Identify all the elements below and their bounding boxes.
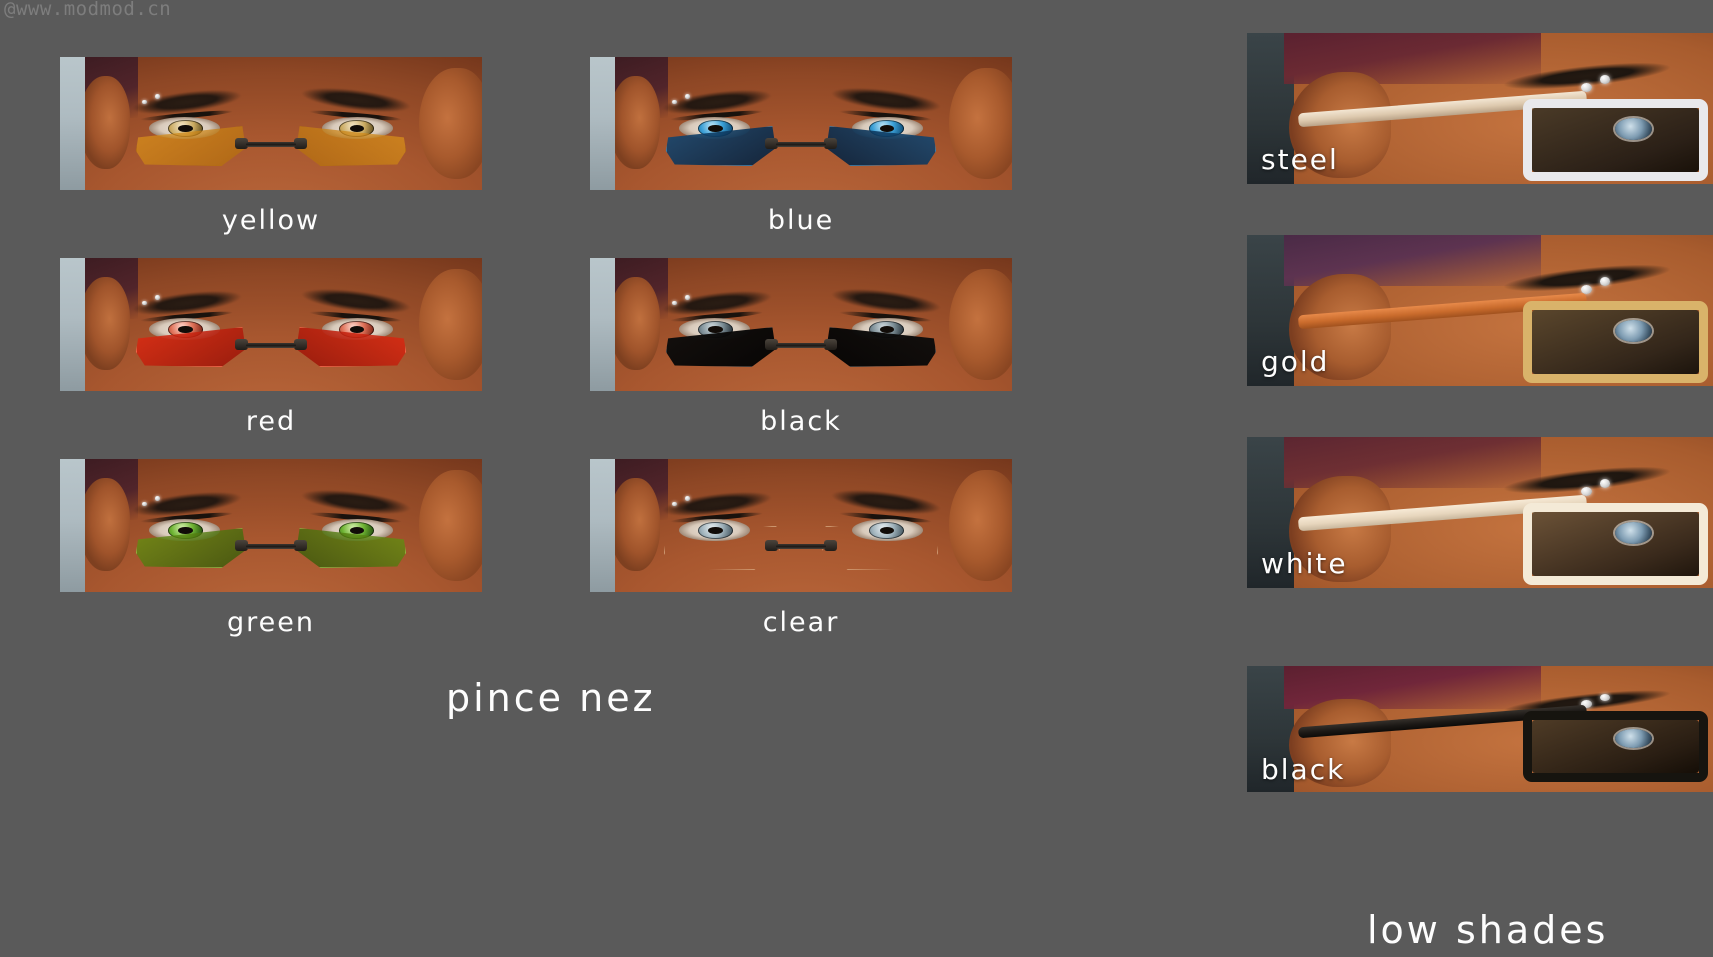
preview-image-clear xyxy=(590,459,1012,592)
swatch-label: steel xyxy=(1261,143,1339,176)
swatch-card-yellow[interactable]: yellow xyxy=(60,57,482,236)
screenshot-canvas: @www.modmod.cn yellow blue red black gre… xyxy=(0,0,1713,957)
preview-image-black-shades: black xyxy=(1247,666,1713,792)
preview-image-blue xyxy=(590,57,1012,190)
preview-image-green xyxy=(60,459,482,592)
swatch-card-gold[interactable]: gold xyxy=(1247,235,1713,386)
preview-image-steel: steel xyxy=(1247,33,1713,184)
swatch-card-clear[interactable]: clear xyxy=(590,459,1012,638)
preview-image-red xyxy=(60,258,482,391)
preview-image-gold: gold xyxy=(1247,235,1713,386)
swatch-label: green xyxy=(227,607,315,638)
swatch-card-steel[interactable]: steel xyxy=(1247,33,1713,184)
swatch-label: white xyxy=(1261,547,1348,580)
swatch-label: gold xyxy=(1261,345,1330,378)
preview-image-white: white xyxy=(1247,437,1713,588)
swatch-card-black-shades[interactable]: black xyxy=(1247,666,1713,792)
preview-image-black xyxy=(590,258,1012,391)
section-title-low-shades: low shades xyxy=(1367,908,1609,952)
swatch-card-white[interactable]: white xyxy=(1247,437,1713,588)
swatch-card-blue[interactable]: blue xyxy=(590,57,1012,236)
swatch-label: black xyxy=(760,406,842,437)
swatch-label: yellow xyxy=(221,205,321,236)
swatch-card-green[interactable]: green xyxy=(60,459,482,638)
swatch-label: blue xyxy=(767,205,835,236)
swatch-label: black xyxy=(1261,753,1346,786)
section-title-pince-nez: pince nez xyxy=(446,676,656,720)
swatch-label: red xyxy=(245,406,297,437)
preview-image-yellow xyxy=(60,57,482,190)
site-watermark: @www.modmod.cn xyxy=(4,0,172,20)
swatch-card-red[interactable]: red xyxy=(60,258,482,437)
swatch-card-black[interactable]: black xyxy=(590,258,1012,437)
swatch-label: clear xyxy=(762,607,840,638)
